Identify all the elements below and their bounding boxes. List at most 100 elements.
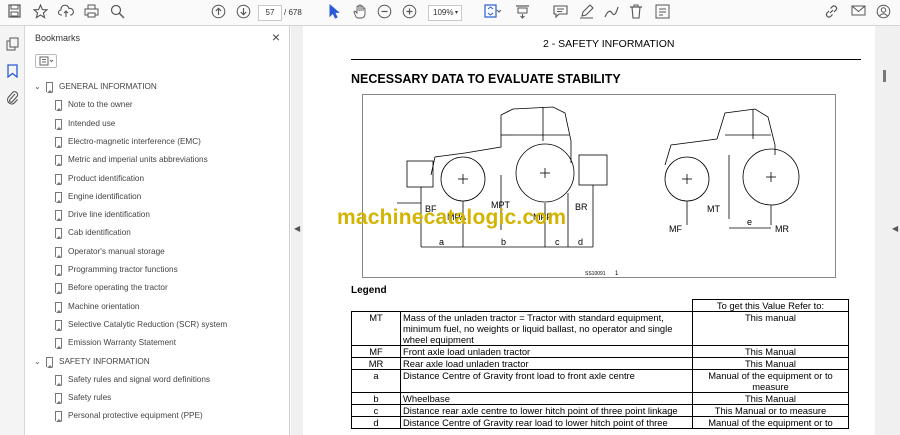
bookmark-item[interactable]: Safety rules [25, 389, 275, 407]
delete-icon[interactable] [629, 4, 643, 22]
bookmark-item[interactable]: Metric and imperial units abbreviations [25, 151, 275, 169]
bookmarks-panel-icon[interactable] [7, 64, 18, 83]
account-icon[interactable] [876, 4, 891, 22]
table-cell-desc: Rear axle load unladen tractor [400, 357, 693, 370]
fit-page-icon[interactable] [484, 4, 501, 22]
select-cursor-icon[interactable] [328, 4, 340, 22]
bookmark-item[interactable]: Machine orientation [25, 298, 275, 316]
page-total: / 678 [284, 8, 302, 17]
bookmark-icon [55, 301, 62, 313]
bookmark-label: Programming tractor functions [68, 265, 178, 274]
bookmark-label: Electro-magnetic interference (EMC) [68, 136, 201, 146]
table-row: d Distance Centre of Gravity rear load to… [351, 416, 849, 429]
bookmark-label: Metric and imperial units abbreviations [68, 155, 208, 165]
label-dim-e: e [747, 217, 752, 227]
scrolling-mode-icon[interactable] [515, 4, 530, 22]
table-cell-key: b [351, 392, 401, 405]
chevron-down-icon[interactable]: ⌄ [34, 78, 41, 96]
legend-table: To get this Value Refer to: MT Mass of th… [351, 299, 849, 429]
bookmark-label: Intended use [68, 118, 116, 128]
watermark: machinecatalogic.com [337, 206, 567, 229]
bookmark-item[interactable]: Emission Warranty Statement [25, 334, 275, 352]
bookmark-options-button[interactable] [35, 54, 57, 68]
bookmark-icon [55, 228, 62, 240]
bookmark-item[interactable]: Selective Catalytic Reduction (SCR) syst… [25, 316, 275, 334]
bookmark-icon [55, 338, 62, 350]
table-cell-key: c [351, 404, 401, 417]
comment-icon[interactable] [553, 4, 568, 22]
bookmark-icon [55, 100, 62, 112]
bookmarks-panel-title: Bookmarks [35, 33, 81, 43]
figure-code: SS10091 [585, 271, 606, 277]
page-header: 2 - SAFETY INFORMATION [543, 38, 675, 50]
bookmark-label: GENERAL INFORMATION [59, 82, 157, 91]
table-row: MF Front axle load unladen tractor This Ma… [351, 345, 849, 358]
zoom-level-select[interactable]: 109% ▾ [428, 5, 462, 21]
highlight-pen-icon[interactable] [579, 4, 594, 22]
star-icon[interactable] [33, 4, 48, 22]
bookmark-label: Safety rules [68, 393, 112, 403]
bookmark-label: Engine identification [68, 191, 142, 201]
document-scrollbar[interactable] [881, 26, 888, 435]
bookmark-label: Selective Catalytic Reduction (SCR) syst… [68, 319, 228, 329]
previous-page-icon[interactable] [211, 4, 226, 22]
hand-tool-icon[interactable] [352, 4, 367, 22]
close-icon[interactable]: × [272, 29, 280, 45]
page-thumbnails-icon[interactable] [6, 37, 19, 56]
table-cell-desc: Mass of the unladen tractor = Tractor wi… [400, 311, 693, 346]
bookmark-item[interactable]: Electro-magnetic interference (EMC) [25, 133, 275, 151]
bookmark-item[interactable]: Note to the owner [25, 96, 275, 114]
table-cell-desc: Distance Centre of Gravity front load to… [400, 369, 693, 393]
bookmark-icon [46, 356, 53, 368]
tractor-diagram: BF MPA MPT MPP BR a b c d MT MF e MR SS1… [397, 106, 800, 277]
bookmark-label: Before operating the tractor [68, 283, 168, 293]
bookmark-item[interactable]: Cab identification [25, 224, 275, 242]
bookmark-icon [55, 191, 62, 203]
zoom-in-icon[interactable] [402, 4, 417, 22]
section-title: NECESSARY DATA TO EVALUATE STABILITY [351, 72, 621, 86]
next-page-icon[interactable] [236, 4, 251, 22]
bookmark-item[interactable]: Programming tractor functions [25, 261, 275, 279]
bookmark-item[interactable]: Intended use [25, 115, 275, 133]
bookmark-label: Cab identification [68, 228, 131, 238]
link-icon[interactable] [824, 4, 840, 22]
legend-title: Legend [351, 285, 387, 296]
document-scrollbar-thumb[interactable] [883, 70, 886, 82]
bookmark-item[interactable]: ⌄ GENERAL INFORMATION [25, 78, 275, 96]
document-page: 2 - SAFETY INFORMATION NECESSARY DATA TO… [303, 26, 875, 435]
save-icon[interactable] [8, 4, 21, 22]
cloud-upload-icon[interactable] [58, 4, 74, 22]
bookmark-icon [55, 411, 62, 423]
label-dim-c: c [555, 237, 560, 247]
header-rule [351, 59, 861, 60]
table-cell-key: d [351, 416, 401, 429]
table-row: c Distance rear axle centre to lower hitc… [351, 404, 849, 417]
collapse-panel-icon[interactable]: ◀ [294, 224, 300, 233]
table-header-reference: To get this Value Refer to: [692, 299, 849, 312]
page-number-input[interactable]: 57 [258, 5, 282, 21]
table-cell-key: MR [351, 357, 401, 370]
expand-right-panel-icon[interactable]: ◀ [892, 224, 898, 233]
table-cell-desc: Distance Centre of Gravity rear load to … [400, 416, 693, 429]
left-navigation-rail [0, 26, 25, 435]
zoom-search-icon[interactable] [110, 4, 125, 22]
bookmark-item[interactable]: Operator's manual storage [25, 243, 275, 261]
bookmark-item[interactable]: Product identification [25, 170, 275, 188]
draw-icon[interactable] [604, 4, 619, 22]
label-dim-a: a [439, 237, 444, 247]
bookmark-item[interactable]: Safety rules and signal word definitions [25, 371, 275, 389]
chevron-down-icon: ▾ [454, 10, 458, 16]
mail-icon[interactable] [851, 4, 866, 22]
bookmark-item[interactable]: Engine identification [25, 188, 275, 206]
attachments-icon[interactable] [6, 90, 19, 110]
table-cell-ref: This Manual [692, 357, 849, 370]
zoom-out-icon[interactable] [377, 4, 392, 22]
bookmark-item[interactable]: ⌄ SAFETY INFORMATION [25, 353, 275, 371]
bookmarks-panel: Bookmarks × ⌄ GENERAL INFORMATION Note to … [25, 26, 307, 435]
bookmark-item[interactable]: Drive line identification [25, 206, 275, 224]
bookmark-item[interactable]: Personal protective equipment (PPE) [25, 407, 275, 425]
bookmark-item[interactable]: Before operating the tractor [25, 279, 275, 297]
chevron-down-icon[interactable]: ⌄ [34, 353, 41, 371]
more-tools-icon[interactable] [655, 4, 670, 22]
print-icon[interactable] [84, 4, 99, 22]
